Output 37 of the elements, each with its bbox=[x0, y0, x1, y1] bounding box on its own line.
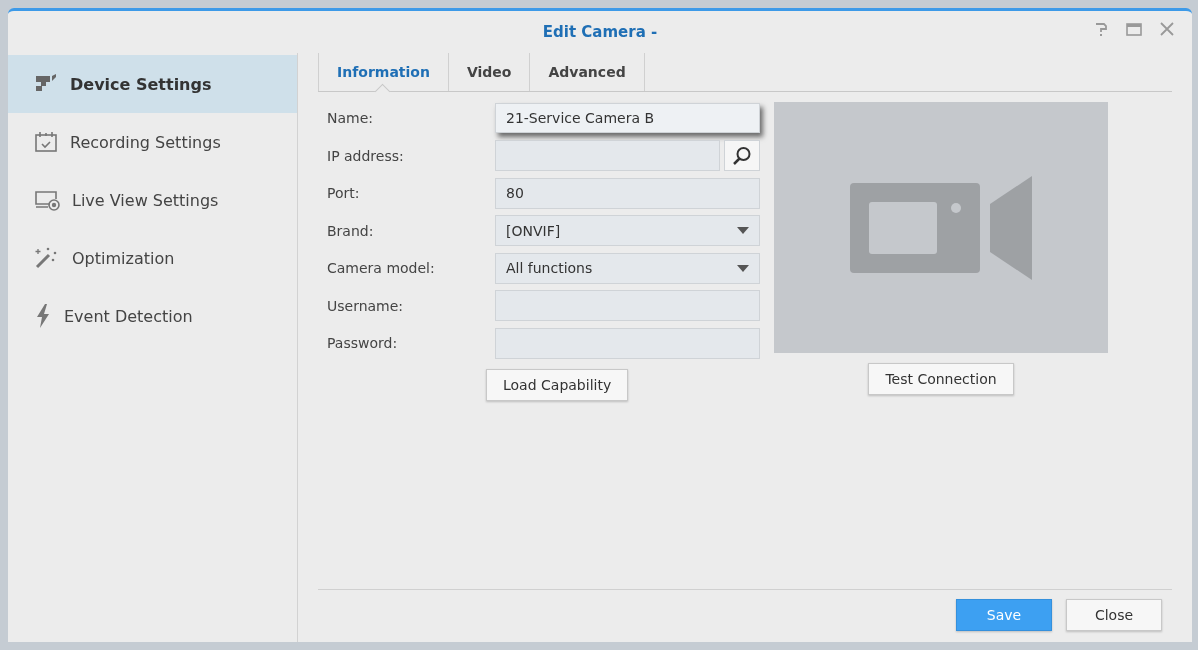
field-label: Port: bbox=[326, 185, 361, 202]
help-icon[interactable] bbox=[1094, 21, 1108, 37]
maximize-icon[interactable] bbox=[1126, 22, 1142, 36]
field-label: Camera model: bbox=[326, 260, 436, 277]
field-label: IP address: bbox=[326, 147, 405, 164]
tab[interactable]: Video bbox=[447, 53, 530, 91]
field-label: Password: bbox=[326, 335, 399, 352]
input-field[interactable] bbox=[495, 290, 760, 322]
window-title: Edit Camera - bbox=[542, 23, 658, 41]
input-field[interactable] bbox=[495, 327, 760, 359]
sidebar-item[interactable]: Live View Settings bbox=[8, 171, 297, 229]
sidebar-item[interactable]: Event Detection bbox=[8, 287, 297, 345]
field-label: Name: bbox=[326, 110, 375, 127]
dropdown-caret-icon bbox=[737, 264, 749, 272]
calendar-check-icon bbox=[34, 131, 58, 153]
tab[interactable]: Advanced bbox=[529, 53, 645, 91]
sidebar-item[interactable]: Optimization bbox=[8, 229, 297, 287]
dropdown-field[interactable]: [ONVIF] bbox=[495, 215, 760, 247]
input-field[interactable]: 21-Service Camera B bbox=[495, 103, 760, 134]
lightning-icon bbox=[34, 304, 52, 328]
input-field[interactable] bbox=[495, 140, 720, 172]
camera-icon bbox=[34, 74, 58, 94]
input-field[interactable]: 80 bbox=[495, 177, 760, 209]
search-button[interactable] bbox=[724, 140, 760, 172]
monitor-record-icon bbox=[34, 189, 60, 211]
sidebar-item[interactable]: Device Settings bbox=[8, 55, 297, 113]
field-label: Username: bbox=[326, 297, 405, 314]
dropdown-field[interactable]: All functions bbox=[495, 252, 760, 284]
search-icon bbox=[732, 145, 752, 166]
close-icon[interactable] bbox=[1160, 22, 1174, 36]
load-capability-button[interactable]: Load Capability bbox=[486, 368, 629, 401]
field-label: Brand: bbox=[326, 222, 375, 239]
test-connection-button[interactable]: Test Connection bbox=[868, 363, 1014, 395]
camera-placeholder-icon bbox=[774, 102, 1108, 353]
sidebar-item[interactable]: Recording Settings bbox=[8, 113, 297, 171]
dropdown-caret-icon bbox=[737, 227, 749, 235]
close-button[interactable]: Close bbox=[1066, 599, 1162, 631]
